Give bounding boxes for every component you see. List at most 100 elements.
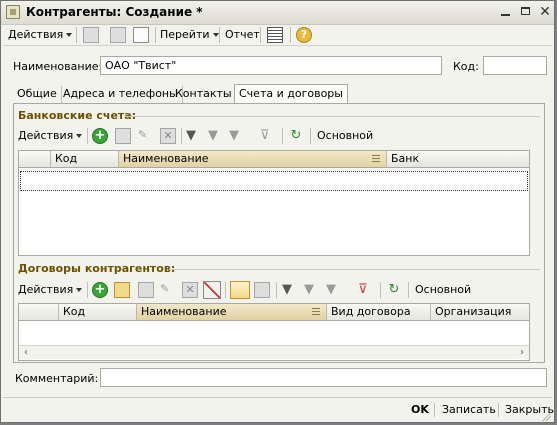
code-field[interactable] (483, 56, 547, 75)
bottom-bar: OK Записать Закрыть (3, 397, 554, 422)
goto-menu-button[interactable]: Перейти (160, 27, 219, 42)
refresh-icon[interactable]: ↻ (386, 282, 402, 298)
clear-filter-icon[interactable]: ⊽ (260, 128, 276, 144)
refresh-icon[interactable]: ↻ (288, 128, 304, 144)
actions-menu-button[interactable]: Действия (8, 27, 73, 42)
goto-menu-label: Перейти (160, 28, 210, 41)
name-label: Наименование: (13, 60, 103, 73)
table-row[interactable] (20, 171, 528, 191)
toolbar-separator (434, 403, 435, 417)
section-divider (124, 116, 540, 117)
tab-accounts-contracts[interactable]: Счета и договоры (234, 84, 348, 105)
bank-actions-menu-button[interactable]: Действия (18, 128, 83, 143)
comment-field[interactable] (100, 368, 547, 387)
maximize-icon[interactable] (517, 4, 535, 20)
minimize-icon[interactable] (497, 4, 515, 20)
add-folder-icon[interactable] (114, 282, 130, 298)
chevron-down-icon (66, 33, 73, 37)
window-title: Контрагенты: Создание * (26, 5, 203, 19)
toolbar-separator (219, 27, 220, 43)
help-icon[interactable]: ? (296, 27, 312, 43)
filter-history-icon[interactable]: ▼ (229, 128, 245, 144)
toolbar-separator (87, 128, 88, 144)
mark-deletion-icon[interactable] (203, 281, 221, 299)
toolbar-separator (87, 282, 88, 298)
filter-icon[interactable]: ▼ (282, 282, 298, 298)
contracts-title: Договоры контрагентов: (18, 262, 176, 275)
ok-button[interactable]: OK (411, 403, 429, 416)
contracts-header: Код Наименование Вид договора Организаци… (18, 303, 530, 321)
column-header-name[interactable]: Наименование (137, 304, 327, 320)
toolbar-separator (282, 128, 283, 144)
filter-history-icon[interactable]: ▼ (326, 282, 342, 298)
chevron-down-icon (76, 288, 83, 292)
bank-accounts-toolbar: Действия + ✎ ✕ ▼ ▼ ▼ ⊽ ↻ Основной (14, 126, 544, 146)
column-header-code[interactable]: Код (59, 304, 137, 320)
app-icon (6, 5, 20, 19)
chevron-down-icon (76, 134, 83, 138)
bank-accounts-table[interactable] (18, 168, 530, 256)
column-header-bank[interactable]: Банк (387, 151, 529, 167)
delete-icon[interactable]: ✕ (160, 128, 176, 144)
toolbar-separator (155, 27, 156, 43)
toolbar-separator (310, 128, 311, 144)
column-header-code[interactable]: Код (51, 151, 119, 167)
add-icon[interactable]: + (92, 282, 108, 298)
copy-icon[interactable] (138, 282, 154, 298)
filter-icon[interactable]: ▼ (186, 128, 202, 144)
toolbar-separator (276, 282, 277, 298)
column-header-contract-type[interactable]: Вид договора (327, 304, 431, 320)
tab-general[interactable]: Общие (13, 86, 62, 103)
copy-icon[interactable] (115, 128, 131, 144)
add-icon[interactable]: + (92, 128, 108, 144)
resize-grip[interactable] (541, 411, 551, 421)
tab-panel: Банковские счета: Действия + ✎ ✕ ▼ ▼ ▼ ⊽… (13, 103, 545, 363)
title-bar: Контрагенты: Создание * ✕ (1, 1, 554, 25)
bank-set-main-button[interactable]: Основной (317, 128, 373, 143)
scroll-right-icon[interactable]: › (516, 347, 528, 359)
filter-by-value-icon[interactable]: ▼ (208, 128, 224, 144)
hierarchy-icon[interactable] (230, 281, 250, 299)
column-header-name-label: Наименование (123, 152, 209, 165)
refresh-icon[interactable] (110, 27, 126, 43)
toolbar-separator (260, 27, 261, 43)
contracts-actions-label: Действия (18, 283, 74, 296)
tab-addresses[interactable]: Адреса и телефоны (59, 86, 183, 103)
toolbar-separator (76, 27, 77, 43)
save-button[interactable]: Записать (442, 403, 496, 416)
toolbar-separator (498, 403, 499, 417)
name-field[interactable]: ОАО "Твист" (100, 56, 442, 75)
structure-icon[interactable] (267, 27, 283, 43)
close-icon[interactable]: ✕ (536, 4, 554, 20)
save-and-close-icon[interactable] (83, 27, 99, 43)
edit-icon[interactable]: ✎ (160, 282, 176, 298)
filter-by-value-icon[interactable]: ▼ (304, 282, 320, 298)
contracts-set-main-button[interactable]: Основной (415, 282, 471, 297)
column-header-icon[interactable] (19, 151, 51, 167)
column-header-organization[interactable]: Организация (431, 304, 529, 320)
contracts-toolbar: Действия + ✎ ✕ ▼ ▼ ▼ ⊽ ↻ Основной (14, 279, 544, 301)
toolbar-separator (181, 128, 182, 144)
bank-accounts-title: Банковские счета: (18, 109, 137, 122)
edit-icon[interactable]: ✎ (138, 128, 154, 144)
copy-document-icon[interactable] (133, 27, 149, 43)
toolbar-separator (380, 282, 381, 298)
sort-icon (372, 155, 380, 162)
clear-filter-icon[interactable]: ⊽ (358, 282, 374, 298)
sort-icon (312, 308, 320, 315)
scroll-left-icon[interactable]: ‹ (20, 347, 32, 359)
column-header-name[interactable]: Наименование (119, 151, 387, 167)
contracts-actions-menu-button[interactable]: Действия (18, 282, 83, 297)
bank-accounts-header: Код Наименование Банк (18, 150, 530, 168)
window: Контрагенты: Создание * ✕ Действия Перей… (0, 0, 555, 423)
delete-icon[interactable]: ✕ (182, 282, 198, 298)
tab-contacts[interactable]: Контакты (171, 86, 237, 103)
column-header-icon[interactable] (19, 304, 59, 320)
horizontal-scrollbar[interactable]: ‹ › (19, 345, 529, 359)
contracts-table[interactable]: ‹ › (18, 321, 530, 361)
report-button[interactable]: Отчет (225, 27, 260, 42)
actions-menu-label: Действия (8, 28, 64, 41)
move-to-group-icon[interactable] (254, 282, 270, 298)
chevron-down-icon (212, 33, 219, 37)
toolbar-separator (225, 282, 226, 298)
